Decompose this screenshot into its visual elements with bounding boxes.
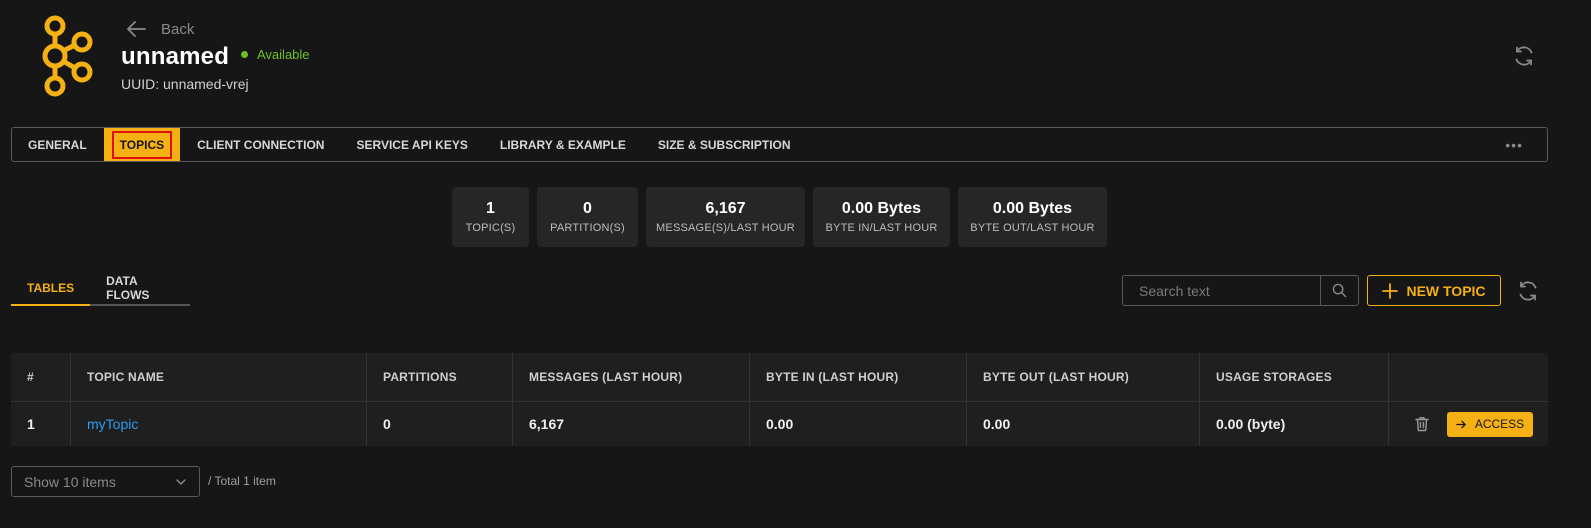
access-label: ACCESS	[1474, 417, 1525, 431]
stat-byte-in: 0.00 Bytes BYTE IN/LAST HOUR	[813, 187, 950, 247]
search-button[interactable]	[1320, 276, 1358, 305]
page-size-select[interactable]: Show 10 items	[11, 466, 200, 497]
tab-label: GENERAL	[28, 137, 87, 152]
cell-topic-name: myTopic	[71, 402, 367, 446]
tab-label: LIBRARY & EXAMPLE	[499, 137, 626, 152]
stat-topics: 1 TOPIC(S)	[452, 187, 529, 247]
tab-data-flows[interactable]: DATA FLOWS	[90, 272, 190, 304]
plus-icon	[1382, 282, 1399, 299]
stat-label: MESSAGE(S)/LAST HOUR	[656, 222, 795, 234]
search-box	[1122, 275, 1359, 306]
stat-label: BYTE IN/LAST HOUR	[825, 222, 938, 234]
column-header-byte-out: BYTE OUT (LAST HOUR)	[967, 353, 1200, 401]
cell-byte-out: 0.00	[967, 402, 1200, 446]
page-size-label: Show 10 items	[24, 473, 116, 490]
page-title: unnamed	[121, 43, 230, 70]
stat-value: 0	[583, 200, 592, 217]
new-topic-label: NEW TOPIC	[1406, 282, 1486, 299]
stat-messages: 6,167 MESSAGE(S)/LAST HOUR	[646, 187, 805, 247]
back-button[interactable]: Back	[125, 18, 194, 40]
cell-partitions: 0	[367, 402, 513, 446]
column-header-topic-name: TOPIC NAME	[71, 353, 367, 401]
trash-icon[interactable]	[1413, 415, 1431, 433]
cell-index: 1	[11, 402, 71, 446]
stat-value: 0.00 Bytes	[841, 200, 922, 217]
new-topic-button[interactable]: NEW TOPIC	[1367, 275, 1501, 306]
stat-byte-out: 0.00 Bytes BYTE OUT/LAST HOUR	[958, 187, 1107, 247]
refresh-icon[interactable]	[1516, 279, 1540, 303]
access-button[interactable]: ACCESS	[1447, 411, 1533, 437]
column-header-usage-storages: USAGE STORAGES	[1200, 353, 1389, 401]
tab-library-example[interactable]: LIBRARY & EXAMPLE	[484, 128, 642, 161]
status-dot	[241, 51, 248, 58]
column-header-index: #	[11, 353, 71, 401]
cell-usage-storages: 0.00 (byte)	[1200, 402, 1389, 446]
table-header-row: # TOPIC NAME PARTITIONS MESSAGES (LAST H…	[11, 353, 1548, 402]
tab-label: SIZE & SUBSCRIPTION	[657, 137, 791, 152]
total-items-text: / Total 1 item	[208, 474, 276, 488]
sub-tab-bar: TABLES DATA FLOWS	[11, 272, 190, 306]
column-header-actions	[1389, 353, 1548, 401]
cell-messages: 6,167	[513, 402, 750, 446]
search-icon	[1332, 283, 1347, 298]
chevron-down-icon	[176, 478, 186, 485]
arrow-right-icon	[1456, 420, 1466, 428]
cell-actions: ACCESS	[1389, 402, 1548, 446]
stat-partitions: 0 PARTITION(S)	[537, 187, 638, 247]
status-text: Available	[257, 47, 310, 62]
topic-name-link[interactable]: myTopic	[87, 416, 138, 432]
tab-general[interactable]: GENERAL	[12, 128, 103, 161]
more-options-icon[interactable]: •••	[1505, 137, 1523, 153]
stat-value: 0.00 Bytes	[992, 200, 1073, 217]
main-tab-bar: GENERAL TOPICS CLIENT CONNECTION SERVICE…	[11, 127, 1548, 162]
stat-value: 1	[486, 200, 495, 217]
column-header-partitions: PARTITIONS	[367, 353, 513, 401]
tab-label: TOPICS	[111, 130, 173, 159]
arrow-left-icon	[127, 21, 146, 37]
column-header-byte-in: BYTE IN (LAST HOUR)	[750, 353, 967, 401]
cell-byte-in: 0.00	[750, 402, 967, 446]
uuid-text: UUID: unnamed-vrej	[121, 76, 249, 92]
back-label: Back	[161, 20, 195, 38]
stat-label: TOPIC(S)	[465, 222, 516, 234]
stat-value: 6,167	[705, 200, 746, 217]
stat-label: BYTE OUT/LAST HOUR	[970, 222, 1095, 234]
column-header-messages: MESSAGES (LAST HOUR)	[513, 353, 750, 401]
search-input[interactable]	[1123, 276, 1320, 305]
tab-label: SERVICE API KEYS	[356, 137, 468, 152]
kafka-logo	[42, 15, 93, 97]
tab-tables[interactable]: TABLES	[11, 272, 91, 306]
topics-table: # TOPIC NAME PARTITIONS MESSAGES (LAST H…	[11, 353, 1548, 446]
tab-client-connection[interactable]: CLIENT CONNECTION	[181, 128, 340, 161]
stat-label: PARTITION(S)	[550, 222, 625, 234]
tab-size-subscription[interactable]: SIZE & SUBSCRIPTION	[642, 128, 807, 161]
tab-label: CLIENT CONNECTION	[197, 137, 325, 152]
status-badge: Available	[241, 47, 310, 62]
table-row: 1 myTopic 0 6,167 0.00 0.00 0.00 (byte)	[11, 402, 1548, 446]
tab-topics[interactable]: TOPICS	[103, 128, 181, 161]
tab-service-api-keys[interactable]: SERVICE API KEYS	[340, 128, 483, 161]
refresh-icon[interactable]	[1512, 44, 1536, 68]
